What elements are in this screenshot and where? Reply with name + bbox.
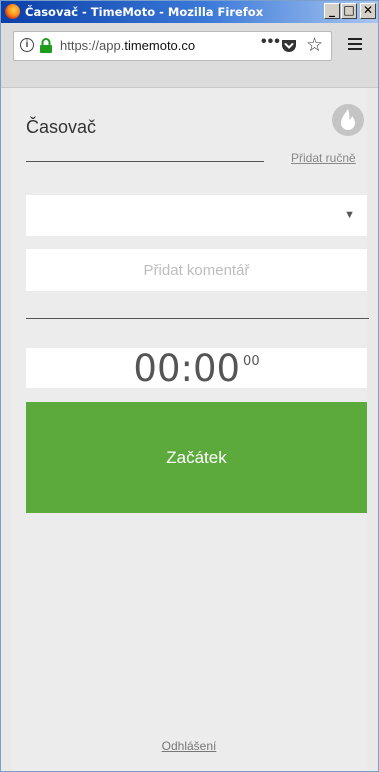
divider [26, 318, 369, 319]
logout-link[interactable]: Odhlášení [162, 739, 217, 753]
page-actions-icon[interactable]: ••• [261, 33, 281, 51]
comment-input[interactable] [26, 249, 367, 291]
firefox-icon [5, 4, 20, 19]
timer-seconds: 00 [243, 354, 260, 369]
pocket-icon[interactable] [280, 37, 298, 55]
timer-display: 00:00 00 [26, 347, 367, 390]
address-bar[interactable]: i https://app.timemoto.co ••• ☆ [13, 31, 332, 61]
start-button[interactable]: Začátek [26, 402, 367, 513]
info-icon[interactable]: i [20, 38, 34, 52]
chevron-down-icon: ▼ [344, 209, 355, 221]
maximize-button[interactable]: □ [341, 3, 357, 19]
title-underline [26, 161, 264, 162]
lock-icon[interactable] [39, 38, 53, 54]
logout-link-container: Odhlášení [11, 739, 367, 753]
project-select[interactable]: ▼ [26, 195, 367, 236]
timer-hours-minutes: 00:00 [133, 347, 241, 390]
window-title: Časovač - TimeMoto - Mozilla Firefox [25, 5, 264, 19]
navigation-bar: i https://app.timemoto.co ••• ☆ [1, 23, 378, 88]
page-title: Časovač [26, 117, 97, 137]
add-manually-link[interactable]: Přidat ručně [291, 151, 356, 165]
url-text[interactable]: https://app.timemoto.co [60, 38, 250, 53]
browser-window: Časovač - TimeMoto - Mozilla Firefox _ □… [0, 0, 379, 772]
hamburger-menu-icon[interactable] [347, 36, 363, 52]
title-bar: Časovač - TimeMoto - Mozilla Firefox _ □… [1, 1, 378, 23]
page-content: Časovač Přidat ručně ▼ 00:0000 Začátek O… [11, 88, 369, 771]
flame-logo-icon [332, 104, 364, 136]
minimize-button[interactable]: _ [324, 3, 340, 19]
bookmark-star-icon[interactable]: ☆ [306, 34, 323, 57]
close-button[interactable]: ✕ [360, 3, 376, 19]
